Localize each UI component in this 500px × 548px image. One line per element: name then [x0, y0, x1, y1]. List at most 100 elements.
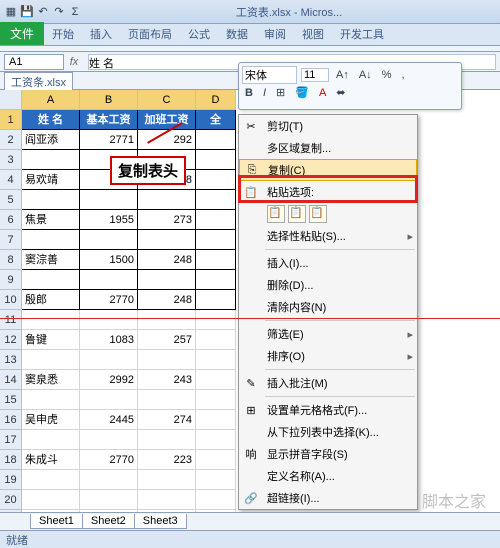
menu-item[interactable]: 删除(D)... — [239, 274, 417, 296]
cell[interactable]: 223 — [138, 450, 196, 470]
cell[interactable] — [196, 470, 236, 490]
sheet-tab[interactable]: Sheet2 — [82, 514, 135, 529]
tab-formula[interactable]: 公式 — [180, 23, 218, 45]
cell[interactable] — [196, 130, 236, 150]
menu-item[interactable]: 响显示拼音字段(S) — [239, 443, 417, 465]
row-head[interactable]: 20 — [0, 490, 21, 510]
cell[interactable] — [196, 210, 236, 230]
workbook-tab[interactable]: 工资条.xlsx — [4, 72, 73, 91]
cell[interactable]: 易欢靖 — [22, 170, 80, 190]
cell[interactable]: 窦淙善 — [22, 250, 80, 270]
cell[interactable]: 姓 名 — [22, 110, 80, 130]
cell[interactable] — [196, 350, 236, 370]
tab-review[interactable]: 审阅 — [256, 23, 294, 45]
cell[interactable] — [138, 190, 196, 210]
cell[interactable]: 274 — [138, 410, 196, 430]
cell[interactable] — [138, 390, 196, 410]
cell[interactable]: 2992 — [80, 370, 138, 390]
menu-item[interactable]: 多区域复制... — [239, 137, 417, 159]
cell[interactable]: 257 — [138, 330, 196, 350]
cell[interactable] — [196, 410, 236, 430]
italic-icon[interactable]: I — [260, 87, 269, 99]
row-head[interactable]: 10 — [0, 290, 21, 310]
save-icon[interactable]: 💾 — [20, 5, 34, 19]
fill-color-icon[interactable]: 🪣 — [292, 86, 312, 99]
cell[interactable] — [138, 350, 196, 370]
cell[interactable] — [196, 270, 236, 290]
row-head[interactable]: 6 — [0, 210, 21, 230]
cell[interactable]: 鲁键 — [22, 330, 80, 350]
row-head[interactable]: 5 — [0, 190, 21, 210]
cell[interactable]: 吴申虎 — [22, 410, 80, 430]
cell[interactable]: 243 — [138, 370, 196, 390]
col-a[interactable]: A — [22, 90, 80, 110]
cell[interactable] — [80, 470, 138, 490]
cell[interactable] — [196, 450, 236, 470]
row-head[interactable]: 4 — [0, 170, 21, 190]
cell[interactable] — [196, 150, 236, 170]
cell[interactable] — [80, 490, 138, 510]
cell[interactable]: 1500 — [80, 250, 138, 270]
cell[interactable] — [22, 490, 80, 510]
row-head[interactable]: 1 — [0, 110, 21, 130]
cell[interactable]: 1083 — [80, 330, 138, 350]
cell[interactable] — [196, 190, 236, 210]
cell[interactable] — [22, 310, 80, 330]
menu-item[interactable]: ✂剪切(T) — [239, 115, 417, 137]
tab-data[interactable]: 数据 — [218, 23, 256, 45]
menu-item[interactable]: 选择性粘贴(S)...▸ — [239, 225, 417, 247]
comma-icon[interactable]: , — [398, 69, 407, 81]
cell[interactable] — [138, 430, 196, 450]
cell[interactable] — [22, 230, 80, 250]
font-select[interactable]: 宋体 — [242, 66, 297, 84]
cell[interactable] — [80, 430, 138, 450]
row-head[interactable]: 17 — [0, 430, 21, 450]
row-head[interactable]: 19 — [0, 470, 21, 490]
cell[interactable] — [196, 170, 236, 190]
row-head[interactable]: 11 — [0, 310, 21, 330]
bold-icon[interactable]: B — [242, 87, 256, 99]
cell[interactable] — [22, 350, 80, 370]
menu-item[interactable]: ⊞设置单元格格式(F)... — [239, 399, 417, 421]
cell[interactable] — [196, 370, 236, 390]
cell[interactable]: 2770 — [80, 290, 138, 310]
tab-home[interactable]: 开始 — [44, 23, 82, 45]
cell[interactable] — [196, 490, 236, 510]
col-d[interactable]: D — [196, 90, 236, 110]
paste-options[interactable]: 📋📋📋 — [239, 203, 417, 225]
shrink-font-icon[interactable]: A↓ — [356, 69, 375, 81]
sum-icon[interactable]: Σ — [68, 5, 82, 19]
row-head[interactable]: 8 — [0, 250, 21, 270]
cell[interactable] — [138, 470, 196, 490]
row-head[interactable]: 2 — [0, 130, 21, 150]
cell[interactable] — [138, 230, 196, 250]
file-tab[interactable]: 文件 — [0, 22, 44, 45]
row-head[interactable]: 13 — [0, 350, 21, 370]
menu-item[interactable]: 筛选(E)▸ — [239, 323, 417, 345]
cell[interactable]: 2771 — [80, 130, 138, 150]
cell[interactable] — [80, 310, 138, 330]
col-b[interactable]: B — [80, 90, 138, 110]
cell[interactable]: 2770 — [80, 450, 138, 470]
row-head[interactable]: 7 — [0, 230, 21, 250]
cell[interactable] — [22, 270, 80, 290]
cell[interactable] — [22, 190, 80, 210]
cell[interactable] — [196, 310, 236, 330]
cell[interactable]: 248 — [138, 250, 196, 270]
cell[interactable]: 基本工资 — [80, 110, 138, 130]
border-icon[interactable]: ⊞ — [273, 86, 288, 99]
cell[interactable]: 朱成斗 — [22, 450, 80, 470]
menu-item[interactable]: ✎插入批注(M) — [239, 372, 417, 394]
cell[interactable] — [196, 230, 236, 250]
menu-item[interactable]: 清除内容(N) — [239, 296, 417, 318]
menu-item[interactable]: 🔗超链接(I)... — [239, 487, 417, 509]
cell[interactable] — [80, 230, 138, 250]
font-size[interactable]: 11 — [301, 68, 329, 82]
menu-item[interactable]: 定义名称(A)... — [239, 465, 417, 487]
font-color-icon[interactable]: A — [316, 87, 329, 99]
cell[interactable] — [138, 270, 196, 290]
merge-icon[interactable]: ⬌ — [333, 86, 348, 99]
cell[interactable]: 焦景 — [22, 210, 80, 230]
cell[interactable] — [22, 430, 80, 450]
cell[interactable]: 阎亚添 — [22, 130, 80, 150]
